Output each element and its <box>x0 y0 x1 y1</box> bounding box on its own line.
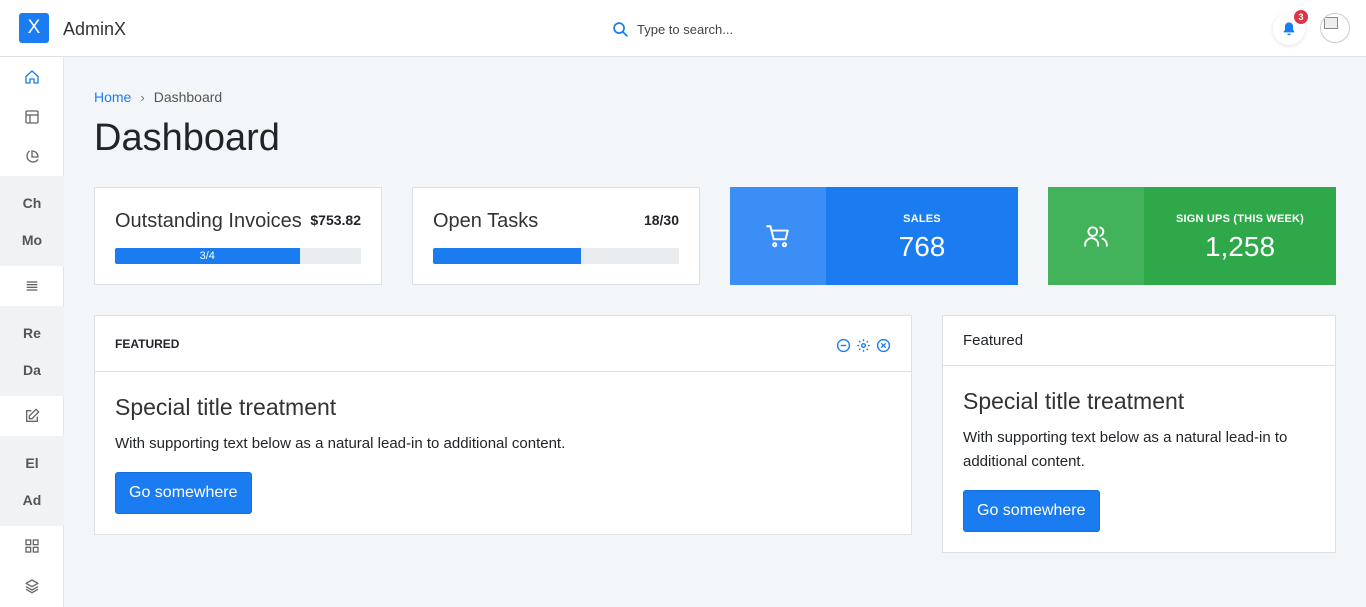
sidebar-group-3 <box>0 436 64 526</box>
gear-icon <box>857 339 870 352</box>
go-somewhere-button[interactable]: Go somewhere <box>115 472 252 514</box>
sidebar-item-da[interactable]: Da <box>0 362 64 378</box>
brand-name[interactable]: AdminX <box>63 19 126 40</box>
sidebar-item-ch[interactable]: Ch <box>0 195 64 211</box>
close-circle-icon <box>876 338 891 353</box>
settings-button[interactable] <box>856 338 871 353</box>
edit-icon <box>26 408 40 422</box>
breadcrumb: Home › Dashboard <box>94 89 222 105</box>
close-button[interactable] <box>876 338 891 353</box>
invoices-progress-bar: 3/4 <box>115 248 300 264</box>
featured-side-card-title: Special title treatment <box>963 388 1185 414</box>
pie-chart-icon <box>26 150 39 163</box>
sidebar-group-1 <box>0 176 64 266</box>
users-icon <box>1084 226 1108 247</box>
panel-tools <box>836 338 891 353</box>
invoices-value: $753.82 <box>310 212 361 228</box>
notifications-button[interactable]: 3 <box>1273 10 1308 45</box>
tasks-progress-bar <box>433 248 581 264</box>
sidebar-item-mo[interactable]: Mo <box>0 232 64 248</box>
tasks-card: Open Tasks 18/30 <box>412 187 700 285</box>
breadcrumb-current: Dashboard <box>153 89 223 105</box>
sidebar-item-layers[interactable] <box>0 566 64 606</box>
sidebar-item-ad[interactable]: Ad <box>0 492 64 508</box>
signups-icon-box <box>1048 187 1144 285</box>
breadcrumb-home-link[interactable]: Home <box>94 89 131 105</box>
brand-logo[interactable]: X <box>19 13 49 43</box>
sidebar-item-el[interactable]: El <box>0 455 64 471</box>
featured-card-title: Special title treatment <box>115 394 337 420</box>
tasks-progress <box>433 248 679 264</box>
layers-icon <box>25 579 39 594</box>
featured-panel: FEATURED Special title treatment With su… <box>94 315 912 535</box>
signups-caption: SIGN UPS (THIS WEEK) <box>1175 213 1305 225</box>
breadcrumb-separator: › <box>140 89 145 105</box>
search-box <box>612 18 817 40</box>
tasks-value: 18/30 <box>643 212 679 228</box>
sales-card: SALES 768 <box>730 187 1018 285</box>
signups-card: SIGN UPS (THIS WEEK) 1,258 <box>1048 187 1336 285</box>
sidebar-item-re[interactable]: Re <box>0 325 64 341</box>
home-icon <box>25 70 39 84</box>
sidebar-item-list[interactable] <box>0 266 64 306</box>
invoices-label: Outstanding Invoices <box>115 210 302 232</box>
minus-circle-icon <box>836 338 851 353</box>
search-icon <box>613 21 628 37</box>
sidebar-item-charts[interactable] <box>0 137 64 177</box>
sidebar-item-home[interactable] <box>0 57 64 97</box>
featured-side-panel: Featured Special title treatment With su… <box>942 315 1336 553</box>
search-input[interactable] <box>637 21 817 37</box>
sales-icon-box <box>730 187 826 285</box>
sidebar: Ch Mo Re Da El Ad <box>0 57 64 607</box>
list-icon <box>26 281 38 291</box>
invoices-progress: 3/4 <box>115 248 361 264</box>
sales-value: 768 <box>898 231 946 262</box>
featured-side-header: Featured <box>943 316 1335 366</box>
featured-panel-header: FEATURED <box>95 316 911 372</box>
cart-icon <box>766 225 789 248</box>
collapse-button[interactable] <box>836 338 851 353</box>
sales-caption: SALES <box>903 213 941 225</box>
sidebar-item-edit[interactable] <box>0 396 64 436</box>
tasks-label: Open Tasks <box>433 210 539 232</box>
featured-panel-title: FEATURED <box>115 337 180 351</box>
sidebar-group-2 <box>0 306 64 396</box>
notification-badge: 3 <box>1294 10 1308 24</box>
go-somewhere-side-button[interactable]: Go somewhere <box>963 490 1100 532</box>
user-avatar[interactable] <box>1320 13 1350 43</box>
bell-icon <box>1283 22 1295 36</box>
layout-icon <box>25 110 39 124</box>
invoices-card: Outstanding Invoices $753.82 3/4 <box>94 187 382 285</box>
featured-side-card-text: With supporting text below as a natural … <box>963 429 1288 470</box>
grid-icon <box>25 539 39 553</box>
top-navbar: X AdminX 3 <box>0 0 1366 57</box>
signups-value: 1,258 <box>1204 231 1276 262</box>
featured-card-text: With supporting text below as a natural … <box>115 435 566 452</box>
sidebar-item-grid[interactable] <box>0 526 64 566</box>
sidebar-item-layout[interactable] <box>0 97 64 137</box>
page-title: Dashboard <box>94 117 280 159</box>
featured-side-title: Featured <box>963 332 1024 349</box>
